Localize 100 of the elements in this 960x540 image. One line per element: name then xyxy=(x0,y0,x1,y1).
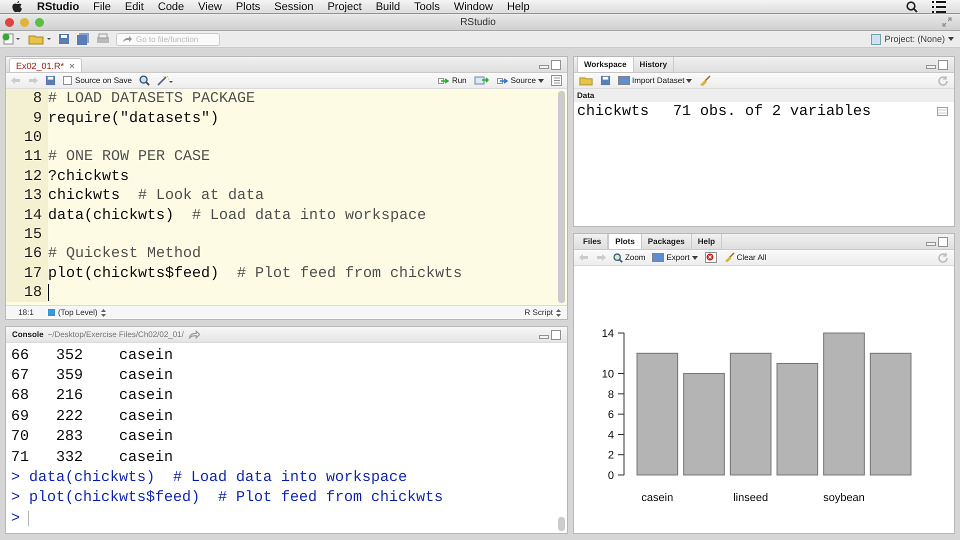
refresh-icon[interactable] xyxy=(937,252,949,264)
menu-item[interactable]: Code xyxy=(158,0,184,12)
y-tick-label: 0 xyxy=(608,470,614,482)
source-button[interactable]: Source xyxy=(496,76,544,85)
y-tick-label: 8 xyxy=(608,388,614,400)
zoom-button[interactable]: Zoom xyxy=(613,252,646,262)
line-number: 12 xyxy=(6,166,48,186)
source-on-save-checkbox[interactable]: Source on Save xyxy=(63,76,132,85)
menu-item[interactable]: Session xyxy=(274,0,314,12)
code-comment: # LOAD DATASETS PACKAGE xyxy=(48,90,256,108)
back-arrow-icon[interactable] xyxy=(11,76,21,85)
object-name[interactable]: chickwts xyxy=(577,102,650,120)
console-line: 67 359 casein xyxy=(10,366,174,386)
search-icon[interactable] xyxy=(906,0,918,12)
x-tick-label: linseed xyxy=(733,492,768,504)
minimize-pane-icon[interactable] xyxy=(539,60,561,70)
app-menu[interactable]: RStudio xyxy=(37,0,80,12)
console-line: 69 222 casein xyxy=(10,406,174,427)
menu-item[interactable]: Build xyxy=(376,0,400,12)
zoom-button[interactable] xyxy=(35,18,44,26)
pane-tab[interactable]: Workspace xyxy=(577,57,634,72)
menu-item[interactable]: Window xyxy=(454,0,493,12)
broom-icon xyxy=(724,252,735,263)
code-comment: # Load data into workspace xyxy=(192,206,426,224)
pane-tab[interactable]: Plots xyxy=(608,234,642,249)
table-icon[interactable] xyxy=(937,106,948,116)
save-icon[interactable] xyxy=(45,75,56,86)
menu-item[interactable]: Plots xyxy=(236,0,260,12)
menu-icon[interactable] xyxy=(932,0,946,12)
forward-arrow-icon[interactable] xyxy=(28,76,38,85)
minimize-pane-icon[interactable] xyxy=(926,60,948,70)
forward-arrow-icon[interactable] xyxy=(596,253,606,262)
function-icon xyxy=(48,309,55,316)
back-arrow-icon[interactable] xyxy=(579,253,589,262)
project-menu[interactable]: Project: (None) xyxy=(871,34,954,44)
cursor-position: 18:1 xyxy=(17,308,35,317)
scrollbar[interactable] xyxy=(558,91,565,303)
rerun-icon[interactable] xyxy=(474,75,490,86)
x-tick-label: soybean xyxy=(823,492,865,504)
x-tick-label: casein xyxy=(641,492,674,504)
console-line: 66 352 casein xyxy=(10,346,174,366)
menu-item[interactable]: Tools xyxy=(414,0,440,12)
scope-menu[interactable]: (Top Level) xyxy=(48,308,106,317)
save-all-icon[interactable] xyxy=(76,33,90,45)
project-icon xyxy=(871,34,882,44)
arrow-icon xyxy=(122,35,132,43)
pane-tab[interactable]: History xyxy=(634,57,674,72)
go-to-directory-icon[interactable] xyxy=(188,330,200,339)
minimize-button[interactable] xyxy=(20,18,29,26)
run-button[interactable]: Run xyxy=(438,76,467,85)
y-tick-label: 6 xyxy=(608,408,614,421)
line-number: 16 xyxy=(6,244,48,264)
outline-icon[interactable] xyxy=(551,75,562,86)
open-folder-icon[interactable] xyxy=(579,75,593,86)
code-comment: # ONE ROW PER CASE xyxy=(48,148,210,166)
apple-logo-icon[interactable] xyxy=(12,0,23,12)
line-number: 10 xyxy=(6,128,48,148)
line-number: 9 xyxy=(6,108,48,128)
close-icon[interactable] xyxy=(69,62,76,68)
broom-icon[interactable] xyxy=(699,74,712,86)
file-tab[interactable]: Ex02_01.R* xyxy=(9,58,82,72)
delete-plot-icon[interactable] xyxy=(704,252,717,263)
run-arrow-icon xyxy=(438,76,450,84)
export-button[interactable]: Export xyxy=(652,253,698,262)
open-folder-icon[interactable] xyxy=(28,33,52,45)
new-file-icon[interactable] xyxy=(2,33,22,45)
line-number: 18 xyxy=(6,282,48,302)
text-cursor xyxy=(48,284,49,302)
object-description: 71 obs. of 2 variables xyxy=(673,102,872,120)
menu-item[interactable]: Edit xyxy=(124,0,144,12)
pane-tab[interactable]: Packages xyxy=(642,234,692,249)
menu-item[interactable]: Project xyxy=(327,0,362,12)
up-down-caret-icon xyxy=(100,308,106,316)
menu-item[interactable]: Help xyxy=(506,0,530,12)
pane-tab[interactable]: Help xyxy=(692,234,722,249)
console-title: Console xyxy=(12,330,44,339)
minimize-pane-icon[interactable] xyxy=(926,236,948,246)
printer-icon[interactable] xyxy=(96,33,110,45)
magic-wand-icon[interactable] xyxy=(156,75,173,86)
refresh-icon[interactable] xyxy=(937,74,949,86)
code-text: require("datasets") xyxy=(48,110,220,127)
console-output[interactable]: 66 352 casein 67 359 casein 68 216 casein 69 222 casein 70 283 casein 71 332 casein > data(chickwts) # Load data into workspace > plot(chickwts$feed) # Plot feed from chickwts > xyxy=(6,343,567,533)
console-line: > xyxy=(6,508,556,529)
close-button[interactable] xyxy=(5,18,14,26)
save-icon[interactable] xyxy=(58,33,70,45)
menu-item[interactable]: File xyxy=(93,0,111,12)
scrollbar[interactable] xyxy=(558,517,565,531)
minimize-pane-icon[interactable] xyxy=(539,330,561,340)
table-icon xyxy=(618,76,630,85)
clear-all-button[interactable]: Clear All xyxy=(724,252,766,263)
code-area[interactable] xyxy=(6,89,567,305)
save-icon[interactable] xyxy=(600,75,611,86)
search-icon[interactable] xyxy=(138,75,150,86)
caret-icon xyxy=(692,256,698,260)
import-dataset-button[interactable]: Import Dataset xyxy=(618,76,692,85)
line-number: 15 xyxy=(6,224,48,244)
menu-item[interactable]: View xyxy=(198,0,222,12)
fullscreen-icon[interactable] xyxy=(942,17,952,27)
console-line: 68 216 casein xyxy=(10,386,174,406)
file-type-menu[interactable]: R Script xyxy=(524,308,561,317)
